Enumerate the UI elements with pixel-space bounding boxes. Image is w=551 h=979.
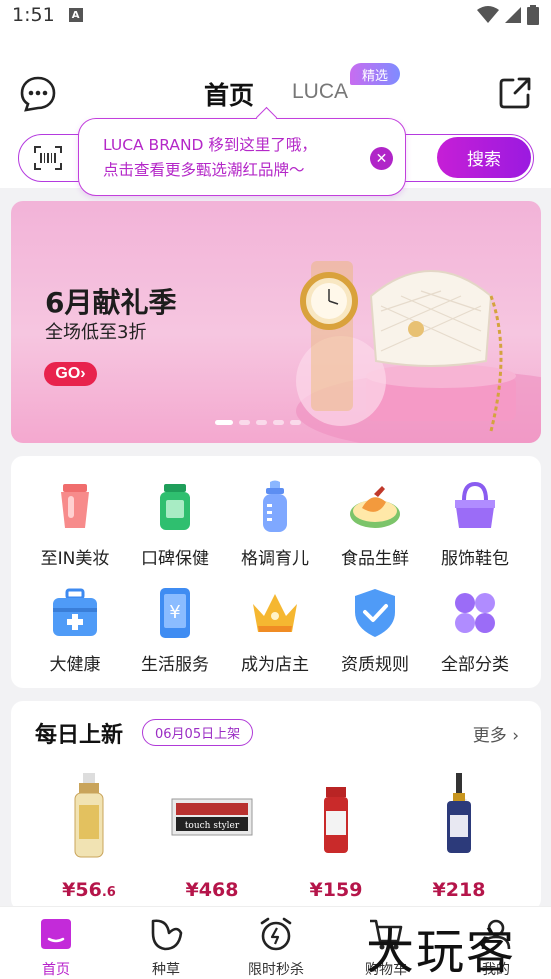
category-label: 至IN美妆 [40,549,110,569]
chat-bubble-icon[interactable] [18,74,58,114]
product-price: ¥159 [286,879,386,901]
category-label: 全部分类 [441,655,509,675]
barcode-scan-icon[interactable] [33,145,63,171]
product-price: ¥218 [409,879,509,901]
product-price: ¥56.6 [39,879,139,901]
tab-label: 种草 [152,962,180,978]
category-item-become-shopkeeper[interactable]: 成为店主 [225,586,325,675]
product-image [324,787,348,853]
leaf-icon [151,919,183,951]
category-grid: 至IN美妆 口碑保健 格调育儿 食品生鲜 服饰鞋包 大健康 ¥ 生活服务 成为店… [11,456,541,688]
price-main: ¥218 [432,879,486,901]
category-item-services[interactable]: ¥ 生活服务 [125,586,225,675]
svg-text:¥: ¥ [169,602,180,623]
signal-icon [505,7,521,23]
tooltip-line-2: 点击查看更多甄选潮红品牌～ [103,161,305,179]
tab-label: 限时秒杀 [248,962,304,978]
tooltip-close-icon[interactable]: ✕ [370,147,393,170]
product-price: ¥468 [162,879,262,901]
banner-dot [290,420,301,425]
status-icons [477,5,539,25]
alarm-clock-icon [260,917,292,951]
category-label: 食品生鲜 [341,549,409,569]
daily-new-date: 06月05日上架 [142,719,254,746]
shield-check-icon [355,589,395,637]
tab-flash-sale-nav[interactable]: 限时秒杀 [226,915,326,979]
supplement-bottle-icon [160,484,190,530]
product-card[interactable]: touch styler ¥468 [162,771,262,901]
cosmetics-tube-icon [61,484,89,528]
tooltip-line-1: LUCA BRAND 移到这里了哦， [103,136,317,154]
category-item-fashion[interactable]: 服饰鞋包 [425,480,525,569]
banner-dot [215,420,233,425]
banner-title: 6月献礼季 [45,286,177,319]
home-icon [41,919,71,949]
grid-four-icon [455,593,495,633]
banner-dot [273,420,284,425]
banner-dot [256,420,267,425]
wifi-icon [477,6,499,23]
banner-pagination [215,420,301,425]
category-item-health[interactable]: 口碑保健 [125,480,225,569]
category-label: 成为店主 [241,655,309,675]
category-label: 格调育儿 [241,549,309,569]
daily-new-more-link[interactable]: 更多 › [473,721,519,746]
category-item-qualification-rules[interactable]: 资质规则 [325,586,425,675]
price-main: ¥468 [185,879,239,901]
food-plate-icon [350,486,400,528]
banner-dot [239,420,250,425]
price-decimal: .6 [101,885,116,900]
notification-a-icon: A [68,8,83,22]
search-button[interactable]: 搜索 [437,137,531,178]
category-label: 资质规则 [341,655,409,675]
category-label: 大健康 [49,655,101,675]
category-item-beauty[interactable]: 至IN美妆 [25,480,125,569]
svg-text:touch styler: touch styler [185,821,240,831]
handbag-icon [455,481,495,528]
daily-new-section: 每日上新 06月05日上架 更多 › ¥56.6 touch styler ¥4… [11,701,541,911]
tab-grass-nav[interactable]: 种草 [116,915,216,979]
product-image [74,773,104,858]
tab-home-nav[interactable]: 首页 [6,915,106,979]
crown-icon [253,594,297,632]
tab-home[interactable]: 首页 [204,76,254,112]
featured-badge: 精选 [350,63,400,85]
category-item-food[interactable]: 食品生鲜 [325,480,425,569]
medical-kit-icon [53,588,97,636]
price-main: ¥56 [62,879,102,901]
category-label: 口碑保健 [141,549,209,569]
banner-go-button[interactable]: GO› [44,362,97,386]
status-time: 1:51 [12,4,55,26]
tab-label: 首页 [42,962,70,978]
product-card[interactable]: ¥159 [286,771,386,901]
battery-icon [527,5,539,25]
watermark-text: 大玩客 [366,924,517,979]
product-image: touch styler [171,798,253,836]
tab-luca[interactable]: LUCA [292,80,348,104]
category-item-wellness[interactable]: 大健康 [25,586,125,675]
tooltip-text: LUCA BRAND 移到这里了哦， 点击查看更多甄选潮红品牌～ [103,133,365,183]
share-icon[interactable] [496,74,534,112]
category-item-baby[interactable]: 格调育儿 [225,480,325,569]
product-card[interactable]: ¥56.6 [39,771,139,901]
yuan-phone-icon: ¥ [160,588,190,638]
price-main: ¥159 [309,879,363,901]
banner-subtitle: 全场低至3折 [45,322,147,343]
product-image: G [447,773,471,853]
category-label: 服饰鞋包 [441,549,509,569]
baby-bottle-icon [263,480,287,532]
daily-new-title: 每日上新 [35,723,124,748]
status-bar: 1:51 A [0,0,551,30]
luca-brand-tooltip[interactable]: LUCA BRAND 移到这里了哦， 点击查看更多甄选潮红品牌～ ✕ [78,118,406,196]
category-item-all-categories[interactable]: 全部分类 [425,586,525,675]
promo-banner[interactable]: 6月献礼季 全场低至3折 GO› [11,201,541,443]
product-card[interactable]: G ¥218 [409,771,509,901]
category-label: 生活服务 [141,655,209,675]
